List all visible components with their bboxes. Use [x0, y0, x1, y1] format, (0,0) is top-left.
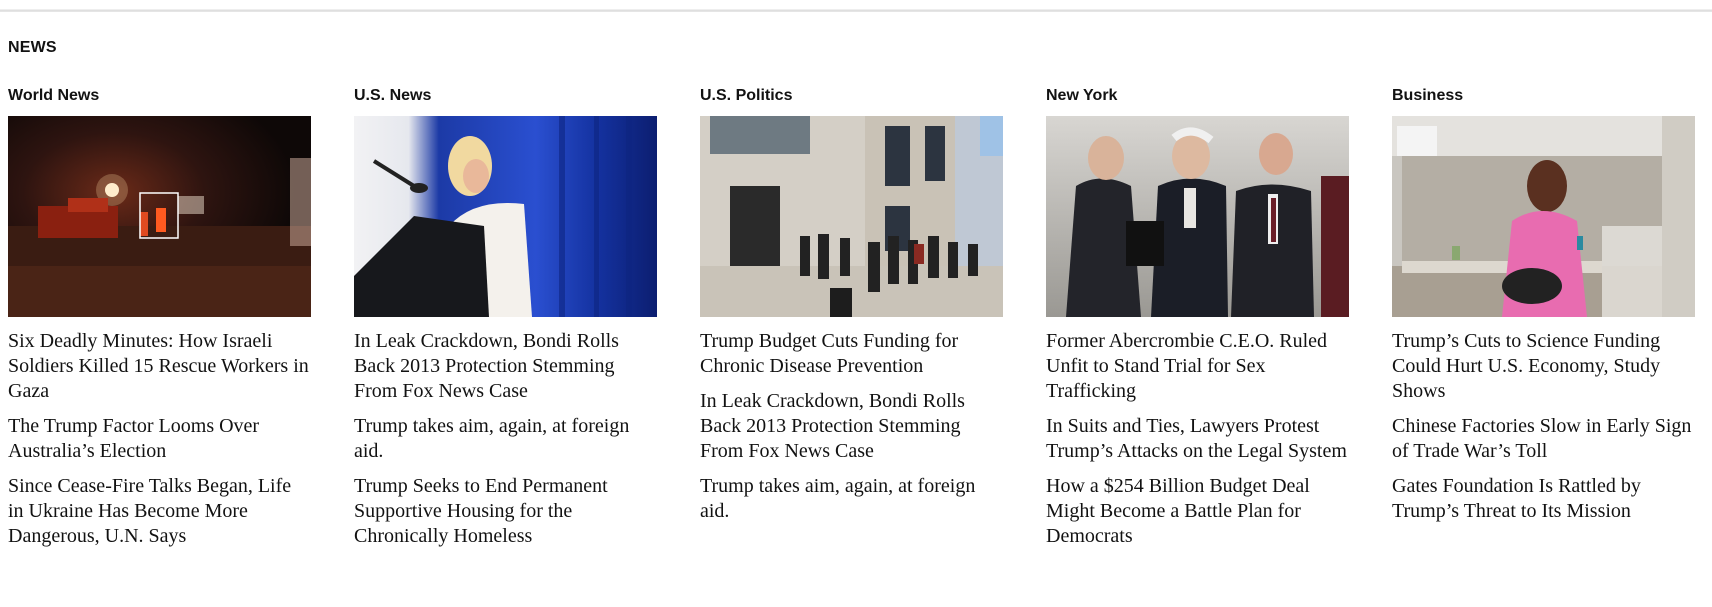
column-title[interactable]: U.S. Politics — [700, 86, 1003, 106]
headline[interactable]: In Suits and Ties, Lawyers Protest Trump… — [1046, 414, 1349, 464]
headline[interactable]: How a $254 Billion Budget Deal Might Bec… — [1046, 474, 1349, 549]
headline[interactable]: Trump Budget Cuts Funding for Chronic Di… — [700, 329, 1003, 379]
article-image[interactable] — [700, 116, 1003, 317]
column-title[interactable]: U.S. News — [354, 86, 657, 106]
headline[interactable]: Since Cease-Fire Talks Began, Life in Uk… — [8, 474, 311, 549]
headline[interactable]: Six Deadly Minutes: How Israeli Soldiers… — [8, 329, 311, 404]
column-new-york: New York Former Abercrombie C.E.O. Ruled… — [1046, 86, 1349, 559]
headline[interactable]: Former Abercrombie C.E.O. Ruled Unfit to… — [1046, 329, 1349, 404]
headline[interactable]: Chinese Factories Slow in Early Sign of … — [1392, 414, 1695, 464]
column-title[interactable]: New York — [1046, 86, 1349, 106]
column-world-news: World News Six Deadly Minutes: How Israe… — [8, 86, 311, 559]
headline[interactable]: In Leak Crackdown, Bondi Rolls Back 2013… — [354, 329, 657, 404]
column-business: Business Trump’s Cuts to Science Funding… — [1392, 86, 1695, 534]
top-divider — [0, 0, 1712, 12]
column-us-politics: U.S. Politics Trump Budget Cuts Funding … — [700, 86, 1003, 534]
headline[interactable]: Gates Foundation Is Rattled by Trump’s T… — [1392, 474, 1695, 524]
headline[interactable]: In Leak Crackdown, Bondi Rolls Back 2013… — [700, 389, 1003, 464]
article-image[interactable] — [1392, 116, 1695, 317]
news-columns: World News Six Deadly Minutes: How Israe… — [0, 86, 1712, 607]
column-title[interactable]: World News — [8, 86, 311, 106]
headline[interactable]: Trump takes aim, again, at foreign aid. — [354, 414, 657, 464]
article-image[interactable] — [8, 116, 311, 317]
section-title: NEWS — [8, 39, 57, 56]
headline[interactable]: Trump Seeks to End Permanent Supportive … — [354, 474, 657, 549]
article-image[interactable] — [1046, 116, 1349, 317]
article-image[interactable] — [354, 116, 657, 317]
column-title[interactable]: Business — [1392, 86, 1695, 106]
column-us-news: U.S. News In Leak Crackdown, Bondi Rolls… — [354, 86, 657, 559]
headline[interactable]: The Trump Factor Looms Over Australia’s … — [8, 414, 311, 464]
headline[interactable]: Trump takes aim, again, at foreign aid. — [700, 474, 1003, 524]
headline[interactable]: Trump’s Cuts to Science Funding Could Hu… — [1392, 329, 1695, 404]
